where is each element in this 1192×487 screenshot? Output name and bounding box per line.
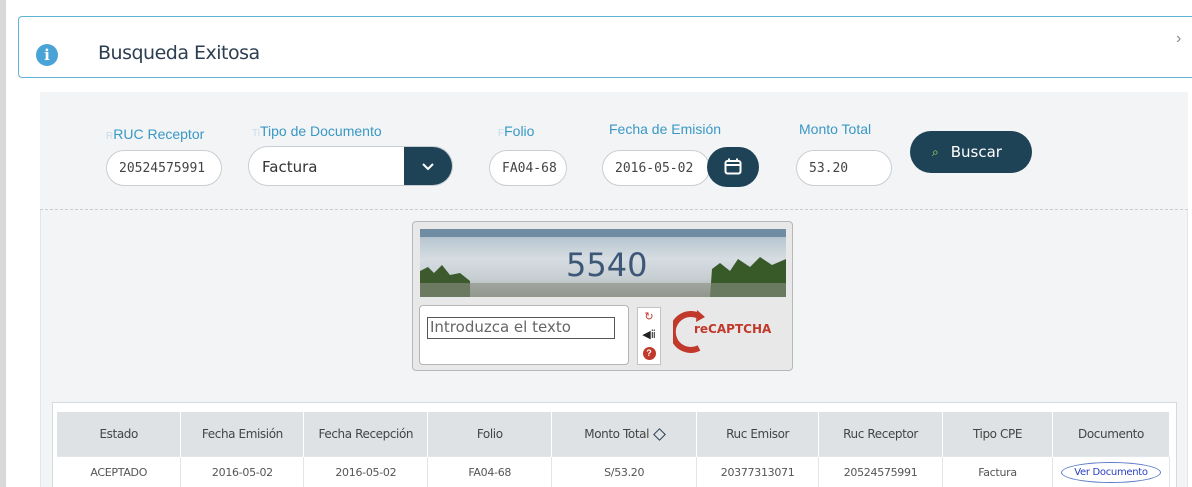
fecha-emision-label: Fecha de Emisión bbox=[609, 121, 722, 137]
calendar-icon bbox=[724, 158, 742, 175]
ver-documento-link[interactable]: Ver Documento bbox=[1061, 461, 1161, 483]
col-monto-total[interactable]: Monto Total bbox=[551, 412, 698, 456]
close-icon[interactable]: › bbox=[1176, 30, 1181, 48]
col-ruc-receptor[interactable]: Ruc Receptor bbox=[818, 412, 944, 456]
results-table: Estado Fecha Emisión Fecha Recepción Fol… bbox=[57, 412, 1171, 487]
col-tipo-cpe[interactable]: Tipo CPE bbox=[942, 412, 1053, 456]
chevron-down-icon[interactable] bbox=[404, 147, 452, 185]
help-icon[interactable]: ? bbox=[638, 344, 660, 362]
captcha-tools: ↻ ◀ⅱ ? bbox=[637, 307, 661, 365]
buscar-button[interactable]: ⌕ Buscar bbox=[910, 131, 1032, 173]
table-header-row: Estado Fecha Emisión Fecha Recepción Fol… bbox=[57, 412, 1171, 456]
left-border bbox=[0, 0, 6, 487]
calendar-button[interactable] bbox=[707, 147, 759, 187]
recaptcha-brand: reCAPTCHA bbox=[694, 322, 772, 336]
col-documento[interactable]: Documento bbox=[1052, 412, 1171, 456]
cell-estado: ACEPTADO bbox=[57, 455, 182, 487]
fecha-emision-input[interactable]: 2016-05-02 bbox=[602, 150, 710, 186]
captcha-text: 5540 bbox=[566, 246, 648, 284]
ruc-receptor-input[interactable]: 20524575991 bbox=[106, 150, 222, 186]
cell-fecha-recepcion: 2016-05-02 bbox=[303, 455, 429, 487]
cell-fecha-emision: 2016-05-02 bbox=[180, 455, 305, 487]
col-fecha-emision[interactable]: Fecha Emisión bbox=[180, 412, 305, 456]
table-row: ACEPTADO 2016-05-02 2016-05-02 FA04-68 S… bbox=[57, 455, 1171, 487]
cell-monto-total: S/53.20 bbox=[551, 455, 698, 487]
cell-ruc-emisor: 20377313071 bbox=[696, 455, 820, 487]
col-ruc-emisor[interactable]: Ruc Emisor bbox=[696, 412, 820, 456]
ruc-receptor-label: RRUC Receptor bbox=[106, 126, 205, 142]
col-estado[interactable]: Estado bbox=[57, 412, 182, 456]
cell-ruc-receptor: 20524575991 bbox=[818, 455, 944, 487]
search-icon: ⌕ bbox=[932, 144, 939, 159]
cell-folio: FA04-68 bbox=[427, 455, 553, 487]
sort-icon[interactable] bbox=[653, 427, 666, 441]
col-folio[interactable]: Folio bbox=[427, 412, 553, 456]
audio-icon[interactable]: ◀ⅱ bbox=[638, 326, 660, 344]
buscar-label: Buscar bbox=[950, 143, 1002, 161]
col-fecha-recepcion[interactable]: Fecha Recepción bbox=[303, 412, 429, 456]
refresh-icon[interactable]: ↻ bbox=[638, 308, 660, 326]
folio-input[interactable]: FA04-68 bbox=[489, 150, 567, 186]
captcha-input[interactable]: Introduzca el texto bbox=[427, 317, 615, 339]
monto-total-input[interactable]: 53.20 bbox=[796, 150, 892, 186]
monto-total-label: Monto Total bbox=[799, 121, 872, 137]
info-icon: i bbox=[36, 44, 58, 66]
tipo-documento-select[interactable]: Factura bbox=[248, 146, 453, 186]
cell-documento: Ver Documento bbox=[1052, 455, 1171, 487]
tipo-documento-value: Factura bbox=[262, 158, 318, 176]
cell-tipo-cpe: Factura bbox=[942, 455, 1053, 487]
folio-label: FFolio bbox=[498, 123, 535, 139]
alert-title: Busqueda Exitosa bbox=[98, 42, 260, 64]
tipo-documento-label: TiTipo de Documento bbox=[252, 123, 382, 139]
